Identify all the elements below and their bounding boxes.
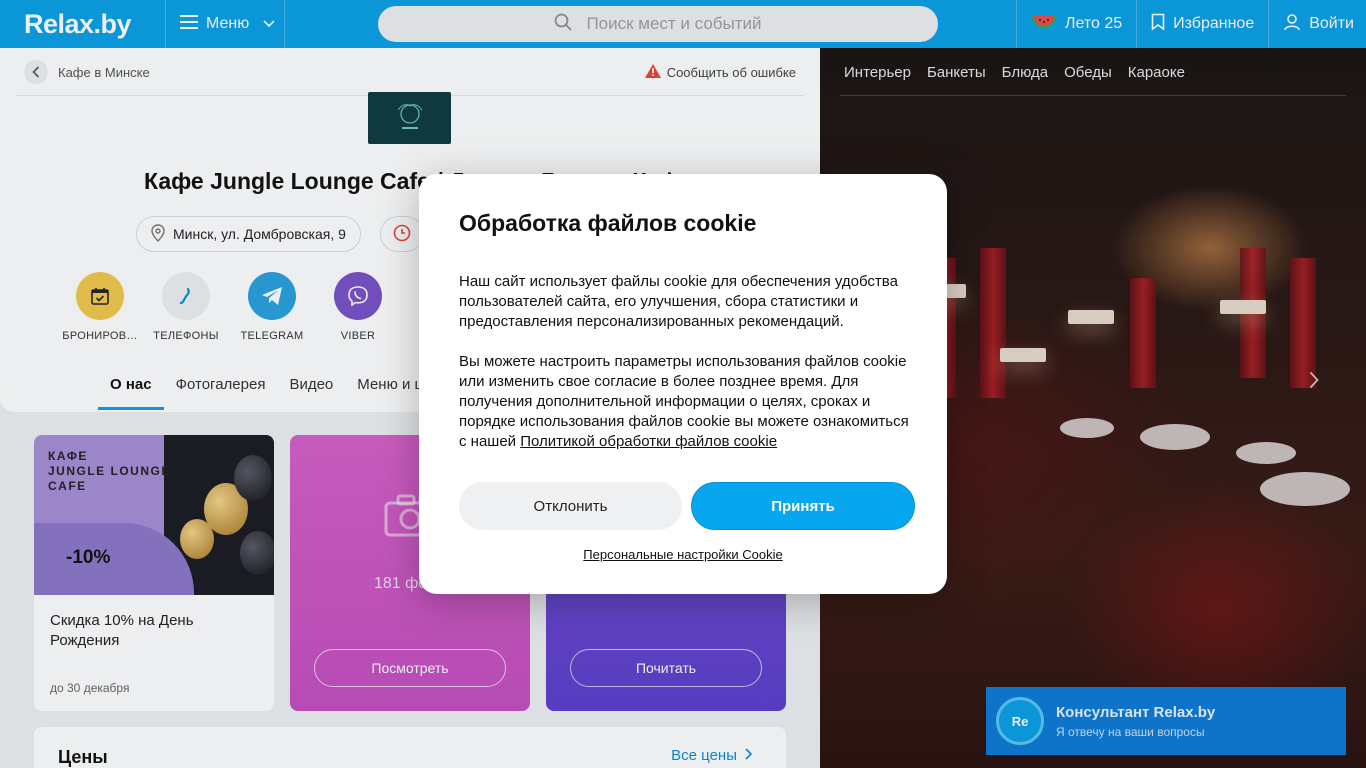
tab-about[interactable]: О нас [98,376,164,410]
warning-icon [644,64,661,81]
gallery-tabs: Интерьер Банкеты Блюда Обеды Караоке [844,64,1185,81]
phone-icon [162,272,210,320]
prices-section: Цены Все цены [34,727,786,768]
all-prices-link[interactable]: Все цены [671,747,753,764]
search-icon [554,13,573,36]
accept-button[interactable]: Принять [691,482,915,530]
hamburger-icon [180,14,198,34]
user-icon [1283,13,1301,36]
gallery-tab-karaoke[interactable]: Караоке [1128,64,1185,81]
report-error-link[interactable]: Сообщить об ошибке [644,64,796,81]
modal-text-1: Наш сайт использует файлы cookie для обе… [459,273,898,330]
promo-image-text: КАФЕ JUNGLE LOUNGE CAFE [48,449,171,493]
viber-action[interactable]: VIBER [324,272,392,342]
menu-button[interactable]: Меню [165,0,285,48]
gallery-divider [840,95,1346,96]
address-chip[interactable]: Минск, ул. Домбровская, 9 [136,216,361,252]
hours-chip[interactable] [380,216,424,252]
modal-title: Обработка файлов cookie [459,210,757,236]
gallery-tab-interior[interactable]: Интерьер [844,64,911,81]
promo-title: Скидка 10% на День Рождения [50,612,194,649]
site-logo[interactable]: Relax.by [0,0,165,48]
booking-action[interactable]: БРОНИРОВ… [62,272,137,342]
cookie-modal: Обработка файлов cookie Наш сайт использ… [419,174,947,594]
calendar-check-icon [76,272,124,320]
prices-title: Цены [58,747,108,767]
tab-gallery[interactable]: Фотогалерея [164,376,278,410]
venue-logo [368,92,451,144]
breadcrumb: Кафе в Минске [24,60,150,84]
menu-label: Меню [206,15,250,32]
gallery-tab-dishes[interactable]: Блюда [1002,64,1048,81]
summer-link[interactable]: Лето 25 [1015,0,1136,48]
venue-tabs: О нас Фотогалерея Видео Меню и цены [98,376,462,410]
watermelon-icon [1031,14,1057,35]
map-pin-icon [151,223,165,245]
promo-image: КАФЕ JUNGLE LOUNGE CAFE -10% [34,435,274,595]
consultant-widget[interactable]: Re Консультант Relax.by Я отвечу на ваши… [986,687,1346,755]
consultant-title: Консультант Relax.by [1056,703,1216,721]
promo-date: до 30 декабря [50,681,130,695]
read-button[interactable]: Почитать [570,649,762,687]
gallery-tab-banquets[interactable]: Банкеты [927,64,986,81]
gallery-next-button[interactable] [1302,370,1326,394]
chevron-down-icon [263,15,275,33]
site-header: Relax.by Меню Поиск мест и событий Лето … [0,0,1366,48]
tab-video[interactable]: Видео [277,376,345,410]
search-input[interactable]: Поиск мест и событий [378,6,938,42]
login-link[interactable]: Войти [1268,0,1366,48]
viber-icon [334,272,382,320]
chevron-right-icon [745,747,753,764]
consultant-subtitle: Я отвечу на ваши вопросы [1056,724,1205,739]
chevron-right-icon [1309,371,1319,394]
decline-button[interactable]: Отклонить [459,482,682,530]
phones-action[interactable]: ТЕЛЕФОНЫ [152,272,220,342]
cookie-policy-link[interactable]: Политикой обработки файлов cookie [520,433,777,450]
telegram-action[interactable]: TELEGRAM [238,272,306,342]
bookmark-icon [1151,13,1165,36]
gallery-tab-lunches[interactable]: Обеды [1064,64,1112,81]
view-photos-button[interactable]: Посмотреть [314,649,506,687]
breadcrumb-link[interactable]: Кафе в Минске [58,65,150,80]
favorites-link[interactable]: Избранное [1136,0,1268,48]
search-placeholder: Поиск мест и событий [586,14,762,33]
clock-icon [393,224,411,245]
promo-discount: -10% [66,547,111,568]
avatar: Re [996,697,1044,745]
cookie-settings-link[interactable]: Персональные настройки Cookie [419,547,947,562]
back-button[interactable] [24,60,48,84]
contact-actions: БРОНИРОВ… ТЕЛЕФОНЫ TELEGRAM VIBER [62,272,392,342]
promo-card[interactable]: КАФЕ JUNGLE LOUNGE CAFE -10% Скидка 10% … [34,435,274,711]
telegram-icon [248,272,296,320]
modal-text-2: Вы можете настроить параметры использова… [459,353,909,450]
